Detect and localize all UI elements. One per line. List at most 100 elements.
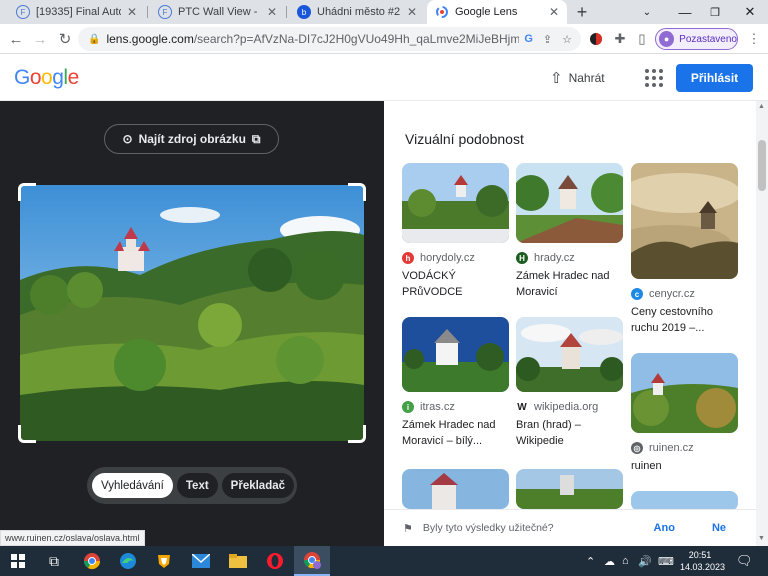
tab-autofaucet[interactable]: F [19335] Final AutoFauc ✕ [8, 0, 145, 24]
find-image-source-button[interactable]: ⊙ Najít zdroj obrázku ⧉ [104, 124, 279, 154]
crop-corner-handle[interactable] [18, 425, 36, 443]
sign-in-button[interactable]: Přihlásit [676, 64, 753, 92]
result-source: H hrady.cz [516, 252, 623, 264]
close-tab-icon[interactable]: ✕ [127, 5, 137, 19]
brave-icon[interactable] [146, 546, 182, 576]
result-title: ruinen [631, 460, 662, 472]
back-icon[interactable]: ← [5, 28, 27, 50]
browser-toolbar: ← → ↻ 🔒 lens.google.com/search?p=AfVzNa-… [0, 24, 768, 54]
scroll-up-icon[interactable]: ▲ [758, 103, 765, 110]
profile-paused-button[interactable]: ● Pozastaveno [655, 28, 738, 50]
onedrive-icon[interactable]: ☁ [604, 546, 615, 576]
opera-icon[interactable] [257, 546, 293, 576]
notification-icon[interactable]: 🗨 [736, 546, 753, 576]
itras-favicon-icon: i [402, 401, 414, 413]
result-thumbnail [631, 163, 738, 279]
feedback-question: Byly tyto výsledky užitečné? [422, 522, 554, 534]
tab-uhadni-mesto[interactable]: b Uhádni město #2 [cz] ✕ [289, 0, 425, 24]
profile-label: Pozastaveno [679, 33, 737, 45]
chrome-profile-icon[interactable] [294, 546, 330, 576]
result-card[interactable] [402, 469, 509, 509]
result-card[interactable]: ◎ ruinen.cz ruinen [631, 353, 738, 474]
restore-icon[interactable]: ❐ [700, 0, 730, 24]
chrome-icon[interactable] [74, 546, 110, 576]
close-tab-icon[interactable]: ✕ [549, 5, 559, 19]
result-source-label: horydoly.cz [420, 252, 475, 264]
scrollbar-thumb[interactable] [758, 140, 766, 191]
result-thumbnail [516, 317, 623, 392]
taskbar-clock[interactable]: 20:51 14.03.2023 [680, 549, 725, 573]
query-image[interactable] [20, 185, 364, 441]
result-title: Bran (hrad) – Wikipedie [516, 419, 581, 447]
address-bar[interactable]: 🔒 lens.google.com/search?p=AfVzNa-DI7cJ2… [78, 27, 581, 51]
close-tab-icon[interactable]: ✕ [267, 5, 277, 19]
menu-kebab-icon[interactable]: ⋮ [744, 28, 764, 50]
horydoly-favicon-icon: h [402, 252, 414, 264]
find-source-label: Najít zdroj obrázku [138, 132, 246, 146]
file-explorer-icon[interactable] [220, 546, 256, 576]
google-apps-icon[interactable] [643, 67, 663, 87]
tray-chevron-icon[interactable]: ⌃ [586, 546, 595, 576]
wikipedia-favicon-icon: W [516, 401, 528, 413]
google-logo[interactable]: Google [14, 66, 79, 90]
result-thumbnail [516, 163, 623, 243]
windows-start-icon[interactable] [0, 546, 36, 576]
globe-icon: ◎ [631, 442, 643, 454]
language-icon[interactable]: ⌨ [658, 546, 674, 576]
close-window-icon[interactable]: ✕ [735, 0, 765, 24]
network-icon[interactable]: ⌂ [622, 546, 629, 576]
google-g-icon[interactable]: G [524, 33, 533, 45]
results-pane: Vizuální podobnost h horydoly.cz VODÁCKÝ… [384, 101, 768, 546]
scroll-down-icon[interactable]: ▼ [758, 535, 765, 542]
result-thumbnail [402, 469, 509, 509]
result-card[interactable]: i itras.cz Zámek Hradec nad Moravicí – b… [402, 317, 509, 449]
tab-ptc-wall[interactable]: F PTC Wall View - Earn w ✕ [150, 0, 285, 24]
mode-text-button[interactable]: Text [176, 473, 218, 498]
url-domain: lens.google.com [106, 32, 194, 46]
feedback-yes-button[interactable]: Ano [654, 522, 675, 534]
mail-icon[interactable] [183, 546, 219, 576]
tab-search-icon[interactable]: ⌄ [632, 0, 662, 24]
edge-icon[interactable] [110, 546, 146, 576]
result-card[interactable] [631, 491, 738, 511]
cenycr-favicon-icon: c [631, 288, 643, 300]
clock-time: 20:51 [688, 550, 712, 560]
volume-icon[interactable]: 🔊 [638, 546, 652, 576]
section-title: Vizuální podobnost [405, 131, 524, 147]
result-card[interactable] [516, 469, 623, 509]
result-card[interactable]: c cenycr.cz Ceny cestovního ruchu 2019 –… [631, 163, 738, 336]
upload-button[interactable]: ⇧ Nahrát [550, 69, 605, 87]
extensions-puzzle-icon[interactable]: ✚ [610, 28, 630, 50]
crop-corner-handle[interactable] [18, 183, 36, 201]
new-tab-button[interactable]: + [571, 1, 593, 23]
result-source: ◎ ruinen.cz [631, 442, 738, 454]
result-card[interactable]: H hrady.cz Zámek Hradec nad Moravicí [516, 163, 623, 300]
mode-search-button[interactable]: Vyhledávání [92, 473, 173, 498]
mode-translate-button[interactable]: Překladač [221, 473, 295, 498]
bookmark-star-icon[interactable]: ☆ [562, 33, 572, 46]
result-card[interactable]: h horydoly.cz VODÁCKÝ PRůVODCE [402, 163, 509, 300]
feedback-no-button[interactable]: Ne [712, 522, 726, 534]
result-source: c cenycr.cz [631, 288, 738, 300]
result-title: Zámek Hradec nad Moravicí – bílý... [402, 419, 496, 447]
result-title: Ceny cestovního ruchu 2019 –... [631, 306, 713, 334]
crop-corner-handle[interactable] [348, 425, 366, 443]
result-card[interactable]: W wikipedia.org Bran (hrad) – Wikipedie [516, 317, 623, 449]
share-icon[interactable]: ⇪ [543, 33, 552, 46]
close-tab-icon[interactable]: ✕ [407, 5, 417, 19]
result-source-label: ruinen.cz [649, 442, 694, 454]
tab-title: [19335] Final AutoFauc [36, 6, 121, 18]
tab-google-lens[interactable]: Google Lens ✕ [427, 0, 567, 24]
lens-search-icon: ⊙ [122, 132, 133, 146]
reload-icon[interactable]: ↻ [54, 28, 76, 50]
hrady-favicon-icon: H [516, 252, 528, 264]
status-bar-url: www.ruinen.cz/oslava/oslava.html [0, 530, 145, 546]
minimize-icon[interactable]: — [670, 0, 700, 24]
forward-icon[interactable]: → [29, 28, 51, 50]
crop-corner-handle[interactable] [348, 183, 366, 201]
result-thumbnail [402, 163, 509, 243]
side-panel-icon[interactable]: ▯ [632, 28, 652, 50]
extension-opera-icon[interactable] [586, 28, 606, 50]
task-view-icon[interactable]: ⧉ [36, 546, 72, 576]
result-source: h horydoly.cz [402, 252, 509, 264]
